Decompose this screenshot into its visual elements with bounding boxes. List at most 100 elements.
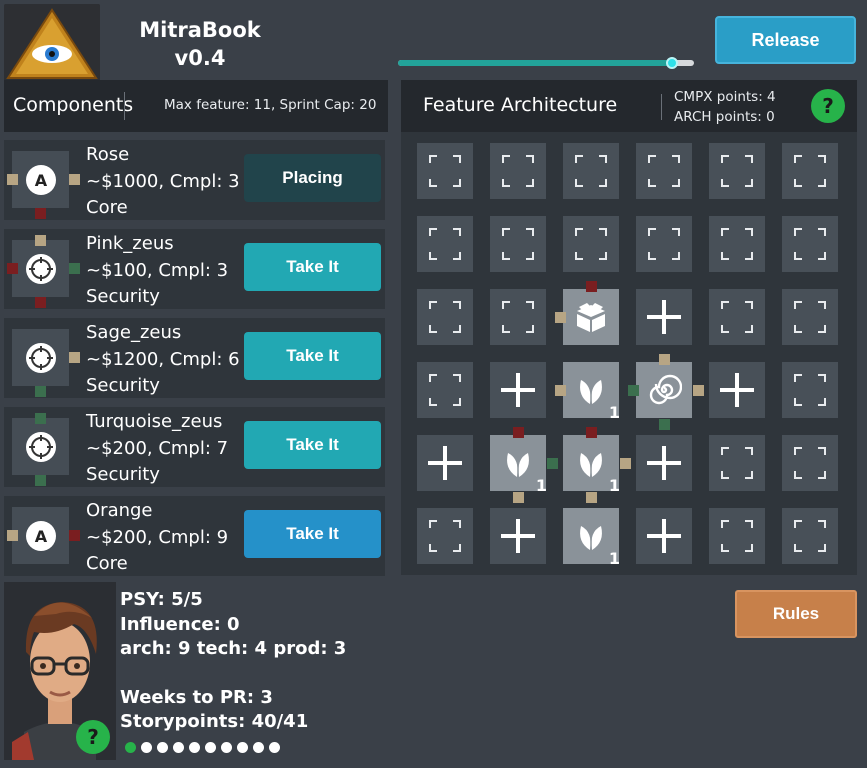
connector-pin bbox=[69, 263, 80, 274]
component-type: Security bbox=[86, 286, 160, 307]
component-icon: A bbox=[7, 151, 80, 219]
player-help-button[interactable]: ? bbox=[76, 720, 110, 754]
component-cost: ~$200, Cmpl: 7 bbox=[86, 437, 229, 459]
component-icon bbox=[12, 413, 69, 486]
app-logo bbox=[4, 4, 100, 82]
feature-architecture-header: Feature Architecture CMPX points: 4 ARCH… bbox=[401, 80, 857, 132]
component-row: Turquoise_zeus ~$200, Cmpl: 7 Security Take… bbox=[4, 407, 385, 487]
connector-pin bbox=[628, 385, 639, 396]
component-icon bbox=[12, 329, 80, 397]
connector-pin bbox=[35, 475, 46, 486]
add-slot-button[interactable] bbox=[636, 435, 692, 491]
leaf-icon bbox=[580, 526, 602, 550]
player-avatar: ? bbox=[4, 582, 116, 760]
add-slot-button[interactable] bbox=[490, 508, 546, 564]
empty-slot[interactable] bbox=[636, 143, 692, 199]
empty-slot[interactable] bbox=[782, 435, 838, 491]
sprint-dots bbox=[125, 742, 280, 753]
component-row: Pink_zeus ~$100, Cmpl: 3 Security Take It bbox=[4, 229, 385, 309]
box-component-tile[interactable] bbox=[555, 281, 619, 345]
connector-pin bbox=[693, 385, 704, 396]
tile-count: 1 bbox=[608, 549, 620, 568]
empty-slot[interactable] bbox=[782, 216, 838, 272]
sprint-dot bbox=[125, 742, 136, 753]
feature-architecture-panel: Feature Architecture CMPX points: 4 ARCH… bbox=[401, 80, 857, 575]
player-stats: PSY: 5/5 Influence: 0 arch: 9 tech: 4 pr… bbox=[120, 588, 346, 735]
architecture-points: CMPX points: 4 ARCH points: 0 bbox=[674, 87, 776, 127]
connector-pin bbox=[659, 419, 670, 430]
empty-slot[interactable] bbox=[709, 435, 765, 491]
empty-slot[interactable] bbox=[782, 289, 838, 345]
tile-count: 1 bbox=[608, 403, 620, 422]
empty-slot[interactable] bbox=[709, 289, 765, 345]
sprint-dot bbox=[173, 742, 184, 753]
empty-slot[interactable] bbox=[782, 143, 838, 199]
add-slot-button[interactable] bbox=[417, 435, 473, 491]
add-slot-button[interactable] bbox=[636, 289, 692, 345]
take-it-button[interactable]: Take It bbox=[244, 510, 381, 558]
leaf-component-tile[interactable]: 1 bbox=[563, 508, 620, 568]
component-icon: A bbox=[7, 507, 80, 564]
component-type: Security bbox=[86, 464, 160, 485]
component-row: A Rose ~$1000, Cmpl: 3 Core Placing bbox=[4, 140, 385, 220]
cmpx-points: CMPX points: 4 bbox=[674, 89, 776, 105]
empty-slot[interactable] bbox=[490, 216, 546, 272]
take-it-button[interactable]: Take It bbox=[244, 421, 381, 469]
component-info: Sage_zeus ~$1200, Cmpl: 6 Security bbox=[86, 320, 240, 400]
leaf-component-tile[interactable]: 1 bbox=[555, 362, 620, 422]
crosshair-icon bbox=[26, 343, 56, 373]
components-title: Components bbox=[13, 94, 134, 116]
component-row: A Orange ~$200, Cmpl: 9 Core Take It bbox=[4, 496, 385, 576]
empty-slot[interactable] bbox=[563, 143, 619, 199]
component-info: Orange ~$200, Cmpl: 9 Core bbox=[86, 498, 228, 578]
psy-stat: PSY: 5/5 bbox=[120, 589, 203, 610]
leaf-icon bbox=[580, 453, 602, 477]
spiral-icon bbox=[649, 374, 682, 405]
component-cost: ~$1200, Cmpl: 6 bbox=[86, 348, 240, 370]
rules-button[interactable]: Rules bbox=[735, 590, 857, 638]
app-name: MitraBook bbox=[139, 18, 261, 42]
connector-pin bbox=[69, 530, 80, 541]
components-subtitle: Max feature: 11, Sprint Cap: 20 bbox=[164, 97, 377, 113]
empty-slot[interactable] bbox=[417, 362, 473, 418]
connector-pin bbox=[620, 458, 631, 469]
placing-button[interactable]: Placing bbox=[244, 154, 381, 202]
empty-slot[interactable] bbox=[782, 362, 838, 418]
component-type: Core bbox=[86, 553, 128, 574]
take-it-button[interactable]: Take It bbox=[244, 332, 381, 380]
connector-pin bbox=[35, 235, 46, 246]
add-slot-button[interactable] bbox=[636, 508, 692, 564]
crosshair-icon bbox=[26, 254, 56, 284]
empty-slot[interactable] bbox=[563, 216, 619, 272]
leaf-component-tile[interactable]: 1 bbox=[490, 427, 558, 503]
spiral-component-tile[interactable] bbox=[628, 354, 704, 430]
connector-pin bbox=[586, 281, 597, 292]
connector-pin bbox=[659, 354, 670, 365]
release-button[interactable]: Release bbox=[715, 16, 856, 64]
component-type: Security bbox=[86, 375, 160, 396]
connector-pin bbox=[547, 458, 558, 469]
architecture-help-button[interactable]: ? bbox=[811, 89, 845, 123]
empty-slot[interactable] bbox=[417, 289, 473, 345]
empty-slot[interactable] bbox=[417, 143, 473, 199]
connector-pin bbox=[7, 530, 18, 541]
component-name: Orange bbox=[86, 500, 153, 521]
sprint-dot bbox=[157, 742, 168, 753]
add-slot-button[interactable] bbox=[709, 362, 765, 418]
empty-slot[interactable] bbox=[782, 508, 838, 564]
component-name: Rose bbox=[86, 144, 130, 165]
empty-slot[interactable] bbox=[490, 289, 546, 345]
add-slot-button[interactable] bbox=[490, 362, 546, 418]
leaf-component-tile[interactable]: 1 bbox=[563, 427, 631, 503]
empty-slot[interactable] bbox=[417, 508, 473, 564]
empty-slot[interactable] bbox=[709, 508, 765, 564]
take-it-button[interactable]: Take It bbox=[244, 243, 381, 291]
empty-slot[interactable] bbox=[709, 216, 765, 272]
sprint-dot bbox=[269, 742, 280, 753]
component-icon bbox=[7, 235, 80, 308]
empty-slot[interactable] bbox=[417, 216, 473, 272]
connector-pin bbox=[555, 312, 566, 323]
empty-slot[interactable] bbox=[636, 216, 692, 272]
empty-slot[interactable] bbox=[490, 143, 546, 199]
empty-slot[interactable] bbox=[709, 143, 765, 199]
